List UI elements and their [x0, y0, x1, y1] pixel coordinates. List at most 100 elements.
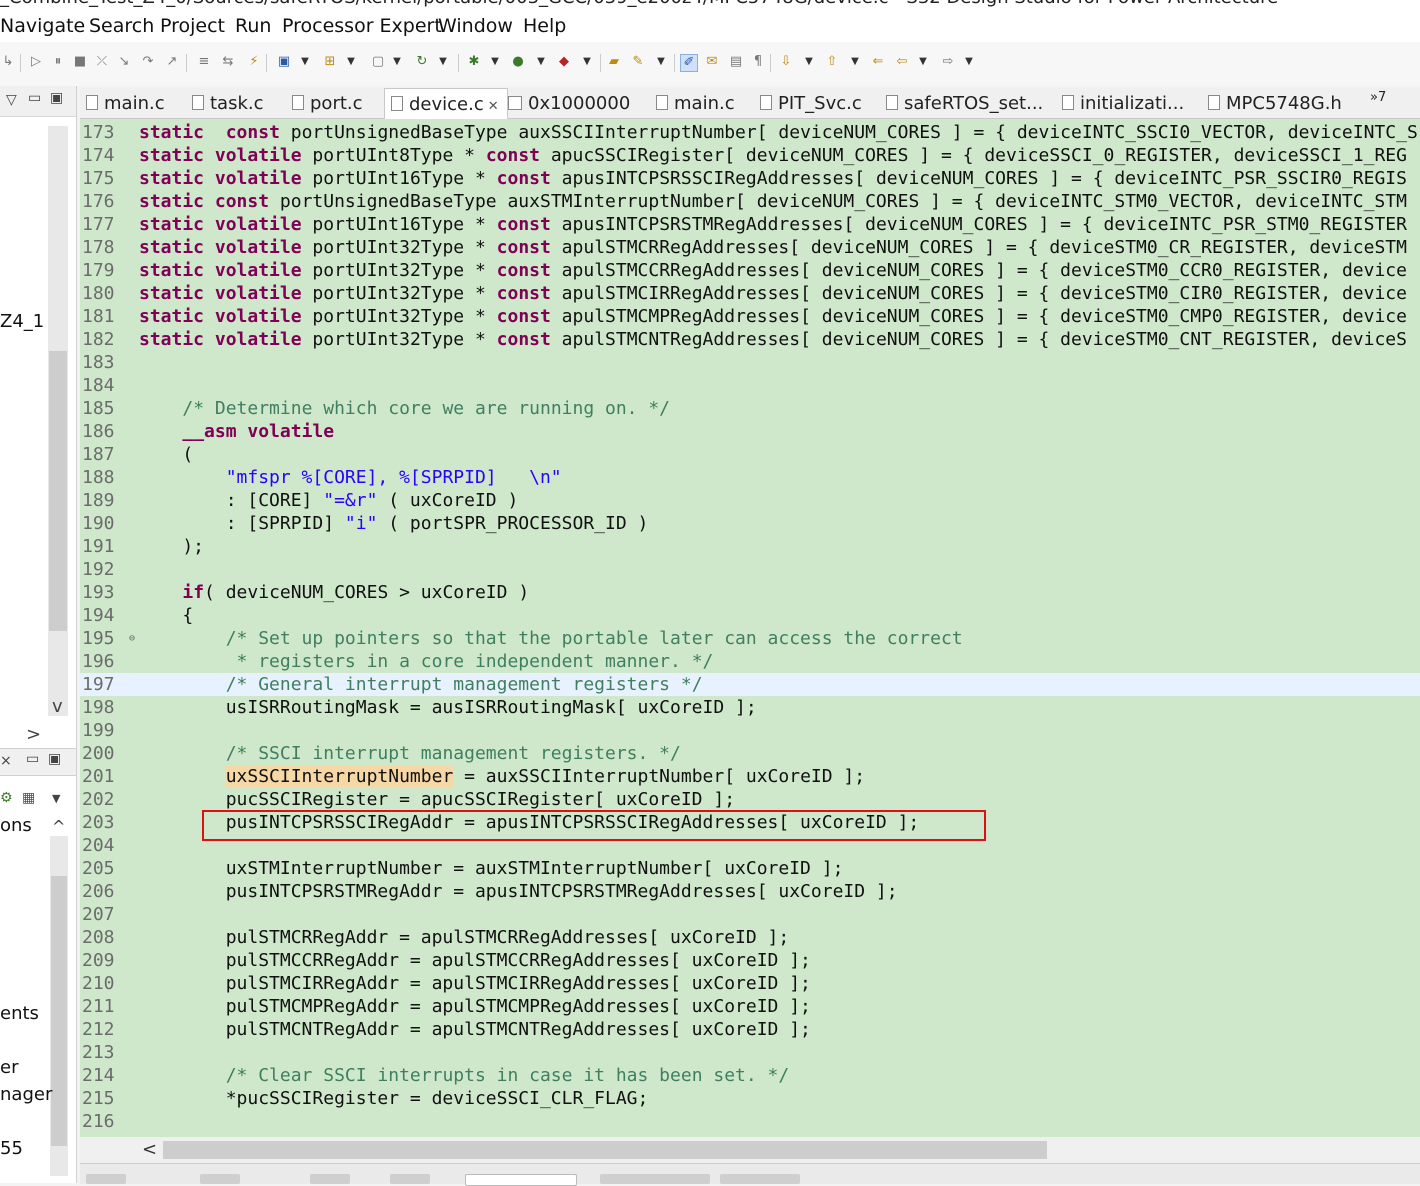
- forward-icon[interactable]: ⇨: [940, 54, 956, 70]
- last-edit-icon[interactable]: ⇐: [870, 54, 886, 70]
- show-whitespace-icon[interactable]: ¶: [750, 54, 766, 70]
- instruction-step-icon[interactable]: ≡: [196, 54, 212, 70]
- scroll-left-icon[interactable]: <: [142, 1139, 157, 1160]
- chevron-down-icon[interactable]: ▼: [582, 54, 592, 70]
- code-line[interactable]: 211 pulSTMCMPRegAddr = apulSTMCMPRegAddr…: [80, 995, 1420, 1018]
- drop-frame-icon[interactable]: ⇆: [220, 54, 236, 70]
- code-line[interactable]: 181 static volatile portUInt32Type * cons…: [80, 305, 1420, 328]
- left-panel-scrollbar-2[interactable]: [50, 836, 68, 1176]
- mark-occurrences-icon[interactable]: ✉: [704, 54, 720, 70]
- prev-annotation-icon[interactable]: ⇧: [824, 54, 840, 70]
- menu-search[interactable]: Search: [89, 15, 154, 37]
- scroll-thumb[interactable]: [49, 351, 67, 631]
- code-line[interactable]: 212 pulSTMCNTRegAddr = apulSTMCNTRegAddr…: [80, 1018, 1420, 1041]
- tab-task-c[interactable]: task.c: [192, 88, 264, 118]
- scroll-thumb[interactable]: [163, 1141, 1047, 1159]
- tab-initialization[interactable]: initializati...: [1062, 88, 1184, 118]
- code-line[interactable]: 180 static volatile portUInt32Type * cons…: [80, 282, 1420, 305]
- code-line[interactable]: 196 * registers in a core independent ma…: [80, 650, 1420, 673]
- code-line[interactable]: 183: [80, 351, 1420, 374]
- tree-item[interactable]: er: [0, 1057, 18, 1078]
- code-line[interactable]: 199: [80, 719, 1420, 742]
- code-line[interactable]: 173 static const portUnsignedBaseType aux…: [80, 121, 1420, 144]
- close-icon[interactable]: ×: [0, 753, 12, 769]
- menu-run[interactable]: Run: [235, 15, 271, 37]
- code-line[interactable]: 210 pulSTMCIRRegAddr = apulSTMCIRRegAddr…: [80, 972, 1420, 995]
- chevron-down-icon[interactable]: ▼: [346, 54, 356, 70]
- highlight-toggle-icon[interactable]: ✐: [680, 54, 698, 72]
- run-icon[interactable]: ●: [510, 54, 526, 70]
- chevron-down-icon[interactable]: ▼: [52, 792, 60, 805]
- code-line[interactable]: 182 static volatile portUInt32Type * cons…: [80, 328, 1420, 351]
- disconnect-icon[interactable]: ⤫: [94, 54, 110, 70]
- code-line[interactable]: 208 pulSTMCRRegAddr = apulSTMCRRegAddres…: [80, 926, 1420, 949]
- next-annotation-icon[interactable]: ⇩: [778, 54, 794, 70]
- step-over-icon[interactable]: ↷: [140, 54, 156, 70]
- tree-item[interactable]: nager: [0, 1084, 52, 1105]
- fold-icon[interactable]: ⊖: [129, 627, 135, 650]
- code-line[interactable]: 198 usISRRoutingMask = ausISRRoutingMask…: [80, 696, 1420, 719]
- menu-help[interactable]: Help: [523, 15, 566, 37]
- tab-pit-svc-c[interactable]: PIT_Svc.c: [760, 88, 862, 118]
- refresh-icon[interactable]: ↻: [414, 54, 430, 70]
- scroll-right-icon[interactable]: >: [26, 724, 41, 745]
- chevron-down-icon[interactable]: ▽: [6, 92, 17, 108]
- tree-item[interactable]: ents: [0, 1003, 39, 1024]
- tab-port-c[interactable]: port.c: [292, 88, 363, 118]
- tab-overflow[interactable]: »7: [1370, 88, 1386, 118]
- code-line[interactable]: 207: [80, 903, 1420, 926]
- new-file-icon[interactable]: ▢: [370, 54, 386, 70]
- code-line[interactable]: 201 uxSSCIInterruptNumber = auxSSCIInter…: [80, 765, 1420, 788]
- chevron-down-icon[interactable]: ▼: [300, 54, 310, 70]
- chevron-down-icon[interactable]: ▼: [656, 54, 666, 70]
- bottom-tab-active[interactable]: [465, 1174, 577, 1186]
- terminate-icon[interactable]: ■: [72, 54, 88, 70]
- block-selection-icon[interactable]: ▤: [728, 54, 744, 70]
- lightning-icon[interactable]: ⚡: [246, 54, 262, 70]
- filter-icon[interactable]: ▦: [22, 790, 35, 806]
- code-line[interactable]: 193 if( deviceNUM_CORES > uxCoreID ): [80, 581, 1420, 604]
- chevron-down-icon[interactable]: ▼: [392, 54, 402, 70]
- code-line[interactable]: 195 ⊖ /* Set up pointers so that the port…: [80, 627, 1420, 650]
- code-line[interactable]: 197 /* General interrupt management regi…: [80, 673, 1420, 696]
- open-folder-icon[interactable]: ▰: [606, 54, 622, 70]
- menu-window[interactable]: Window: [438, 15, 513, 37]
- chevron-down-icon[interactable]: ▼: [918, 54, 928, 70]
- chevron-down-icon[interactable]: ▼: [804, 54, 814, 70]
- code-line[interactable]: 190 : [SPRPID] "i" ( portSPR_PROCESSOR_I…: [80, 512, 1420, 535]
- chevron-down-icon[interactable]: ▼: [438, 54, 448, 70]
- chevron-down-icon[interactable]: ▼: [850, 54, 860, 70]
- tab-device-c[interactable]: device.c ✕: [384, 88, 508, 120]
- chevron-down-icon[interactable]: ▼: [536, 54, 546, 70]
- code-line[interactable]: 176 static const portUnsignedBaseType aux…: [80, 190, 1420, 213]
- tree-item[interactable]: 55: [0, 1138, 23, 1159]
- code-line[interactable]: 177 static volatile portUInt16Type * cons…: [80, 213, 1420, 236]
- toolbar-icon[interactable]: ↳: [0, 54, 16, 70]
- scroll-up-icon[interactable]: ^: [52, 817, 65, 836]
- resume-icon[interactable]: ▷: [28, 54, 44, 70]
- code-line[interactable]: 191 );: [80, 535, 1420, 558]
- suspend-icon[interactable]: ⏸: [50, 54, 66, 70]
- editor-horizontal-scrollbar[interactable]: <: [80, 1137, 1420, 1163]
- menu-navigate[interactable]: Navigate: [0, 15, 85, 37]
- code-line[interactable]: 215 *pucSSCIRegister = deviceSSCI_CLR_FL…: [80, 1087, 1420, 1110]
- new-icon[interactable]: ▣: [276, 54, 292, 70]
- code-line[interactable]: 178 static volatile portUInt32Type * cons…: [80, 236, 1420, 259]
- code-line[interactable]: 186 __asm volatile: [80, 420, 1420, 443]
- minimize-icon[interactable]: ▭: [26, 751, 39, 767]
- close-tab-icon[interactable]: ✕: [488, 99, 499, 114]
- code-line[interactable]: 184: [80, 374, 1420, 397]
- debug-icon[interactable]: ✱: [466, 54, 482, 70]
- code-line[interactable]: 187 (: [80, 443, 1420, 466]
- chevron-down-icon[interactable]: ▼: [490, 54, 500, 70]
- code-line[interactable]: 209 pulSTMCCRRegAddr = apulSTMCCRRegAddr…: [80, 949, 1420, 972]
- tab-mpc5748g-h[interactable]: MPC5748G.h: [1208, 88, 1342, 118]
- tab-main-c-2[interactable]: main.c: [656, 88, 735, 118]
- scroll-thumb[interactable]: [51, 876, 67, 1146]
- back-icon[interactable]: ⇦: [894, 54, 910, 70]
- menu-project[interactable]: Project: [160, 15, 225, 37]
- code-line[interactable]: 206 pusINTCPSRSTMRegAddr = apusINTCPSRST…: [80, 880, 1420, 903]
- code-line[interactable]: 189 : [CORE] "=&r" ( uxCoreID ): [80, 489, 1420, 512]
- code-line[interactable]: 179 static volatile portUInt32Type * cons…: [80, 259, 1420, 282]
- step-return-icon[interactable]: ↗: [164, 54, 180, 70]
